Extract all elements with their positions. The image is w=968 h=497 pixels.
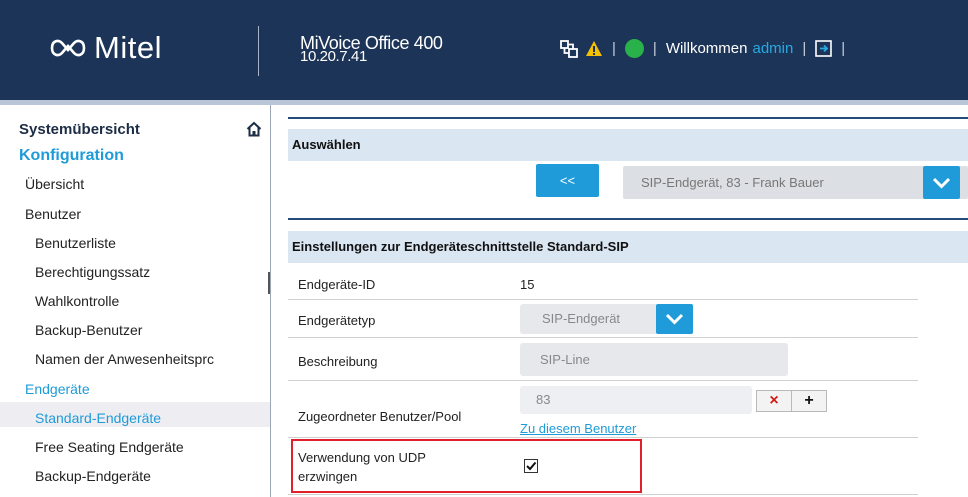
udp-highlight-box	[291, 439, 642, 493]
terminal-type-row: Endgerätetyp SIP-Endgerät	[288, 300, 918, 338]
warning-icon[interactable]	[585, 40, 603, 57]
section-rule	[288, 117, 968, 119]
mitel-logo-icon	[50, 39, 86, 57]
sidebar-item-backup-benutzer[interactable]: Backup-Benutzer	[35, 322, 142, 338]
delete-user-button[interactable]: ×	[756, 390, 792, 412]
terminal-select-value: SIP-Endgerät, 83 - Frank Bauer	[641, 175, 824, 190]
add-user-button[interactable]: +	[791, 390, 827, 412]
terminal-id-label: Endgeräte-ID	[298, 277, 376, 292]
terminal-select[interactable]: SIP-Endgerät, 83 - Frank Bauer	[623, 166, 968, 199]
sidebar-item-berechtigungssatz[interactable]: Berechtigungssatz	[35, 264, 150, 280]
status-indicator[interactable]	[624, 39, 644, 58]
select-section-header: Auswählen	[288, 129, 968, 161]
header-separator: |	[802, 40, 807, 57]
sidebar-section-konfiguration[interactable]: Konfiguration	[19, 147, 124, 165]
header-separator: |	[612, 40, 616, 57]
terminal-type-dropdown-button[interactable]	[656, 304, 693, 334]
description-label: Beschreibung	[298, 354, 378, 369]
terminal-type-label: Endgerätetyp	[298, 313, 376, 328]
username-link[interactable]: admin	[753, 40, 794, 57]
sidebar-scrollbar[interactable]	[268, 272, 270, 294]
sidebar-item-endgeraete[interactable]: Endgeräte	[25, 381, 90, 397]
back-button[interactable]: <<	[536, 164, 599, 197]
sidebar-item-standard-endgeraete[interactable]: Standard-Endgeräte	[35, 410, 161, 426]
terminal-type-select[interactable]: SIP-Endgerät	[520, 304, 693, 334]
settings-section-header: Einstellungen zur Endgeräteschnittstelle…	[288, 231, 968, 263]
sidebar-item-benutzerliste[interactable]: Benutzerliste	[35, 235, 116, 251]
chevron-down-icon	[932, 177, 951, 189]
header-toolbar: | | Willkommen admin | |	[560, 39, 854, 58]
description-value: SIP-Line	[540, 352, 590, 367]
sidebar: Systemübersicht Konfiguration Übersicht …	[0, 105, 271, 497]
sidebar-item-benutzer[interactable]: Benutzer	[25, 206, 81, 222]
terminal-id-row: Endgeräte-ID 15	[288, 269, 918, 300]
main-content: Auswählen << SIP-Endgerät, 83 - Frank Ba…	[283, 105, 968, 497]
sidebar-item-uebersicht[interactable]: Übersicht	[25, 176, 84, 192]
header-separator: |	[841, 40, 846, 57]
terminal-id-value: 15	[520, 277, 535, 292]
select-section-title: Auswählen	[292, 137, 361, 152]
mitel-logo: Mitel	[50, 30, 162, 66]
home-icon[interactable]	[246, 121, 262, 137]
sidebar-item-wahlkontrolle[interactable]: Wahlkontrolle	[35, 293, 119, 309]
assigned-user-value: 83	[536, 392, 551, 407]
assigned-user-row: Zugeordneter Benutzer/Pool 83 × + Zu die…	[288, 381, 918, 438]
terminal-select-dropdown-button[interactable]	[923, 166, 960, 199]
go-to-user-link[interactable]: Zu diesem Benutzer	[520, 421, 636, 436]
logout-icon[interactable]	[815, 40, 833, 57]
welcome-text: Willkommen	[665, 40, 748, 57]
header-divider	[258, 26, 259, 76]
chevron-down-icon	[665, 313, 684, 325]
description-row: Beschreibung SIP-Line	[288, 338, 918, 381]
brand-name: Mitel	[94, 30, 162, 65]
header-separator: |	[652, 40, 657, 57]
product-info: MiVoice Office 400 10.20.7.41	[300, 34, 443, 64]
section-rule	[288, 218, 968, 220]
sidebar-item-backup-endgeraete[interactable]: Backup-Endgeräte	[35, 468, 151, 484]
app-header: Mitel MiVoice Office 400 10.20.7.41 | | …	[0, 0, 968, 100]
description-input[interactable]: SIP-Line	[520, 343, 788, 376]
settings-section-title: Einstellungen zur Endgeräteschnittstelle…	[292, 239, 629, 254]
assigned-user-input[interactable]: 83	[520, 386, 752, 414]
network-icon[interactable]	[560, 39, 578, 58]
terminal-type-value: SIP-Endgerät	[542, 311, 621, 326]
sidebar-item-free-seating-endgeraete[interactable]: Free Seating Endgeräte	[35, 439, 184, 455]
assigned-user-label: Zugeordneter Benutzer/Pool	[298, 409, 462, 424]
sidebar-title[interactable]: Systemübersicht	[19, 121, 140, 138]
sidebar-item-anwesenheitsprofile[interactable]: Namen der Anwesenheitsprc	[35, 351, 214, 367]
